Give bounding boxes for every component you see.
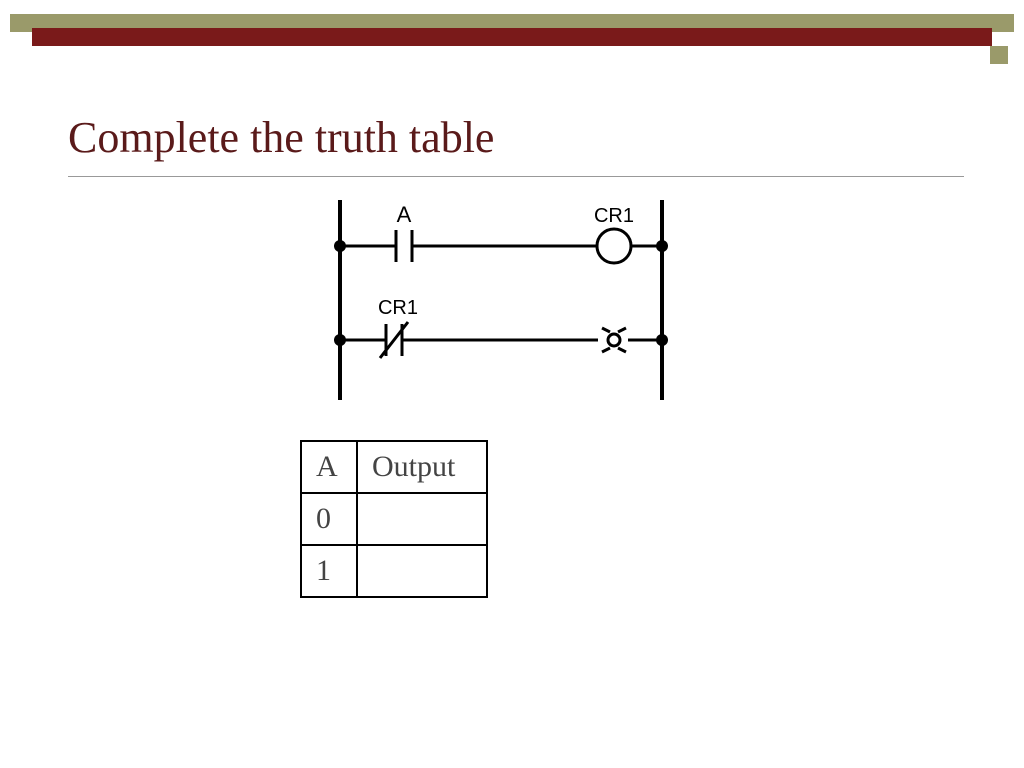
cell-out-0 bbox=[357, 493, 487, 545]
ladder-logic-diagram: A CR1 CR1 bbox=[326, 200, 676, 400]
header-a: A bbox=[301, 441, 357, 493]
corner-olive-square bbox=[990, 46, 1008, 64]
banner-corner-decoration bbox=[964, 14, 1014, 64]
table-header-row: A Output bbox=[301, 441, 487, 493]
slide-header-banner bbox=[10, 14, 1014, 50]
cell-out-1 bbox=[357, 545, 487, 597]
output-coil-icon bbox=[602, 328, 626, 352]
corner-maroon-square bbox=[970, 28, 988, 46]
slide-title: Complete the truth table bbox=[68, 112, 494, 163]
cell-a-1: 1 bbox=[301, 545, 357, 597]
table-row: 1 bbox=[301, 545, 487, 597]
title-underline bbox=[68, 176, 964, 177]
header-output: Output bbox=[357, 441, 487, 493]
table-row: 0 bbox=[301, 493, 487, 545]
truth-table: A Output 0 1 bbox=[300, 440, 488, 598]
contact-cr1-label: CR1 bbox=[378, 297, 418, 319]
banner-maroon-stripe bbox=[32, 28, 992, 46]
cell-a-0: 0 bbox=[301, 493, 357, 545]
coil-cr1-label: CR1 bbox=[594, 205, 634, 227]
contact-a-label: A bbox=[397, 202, 412, 227]
